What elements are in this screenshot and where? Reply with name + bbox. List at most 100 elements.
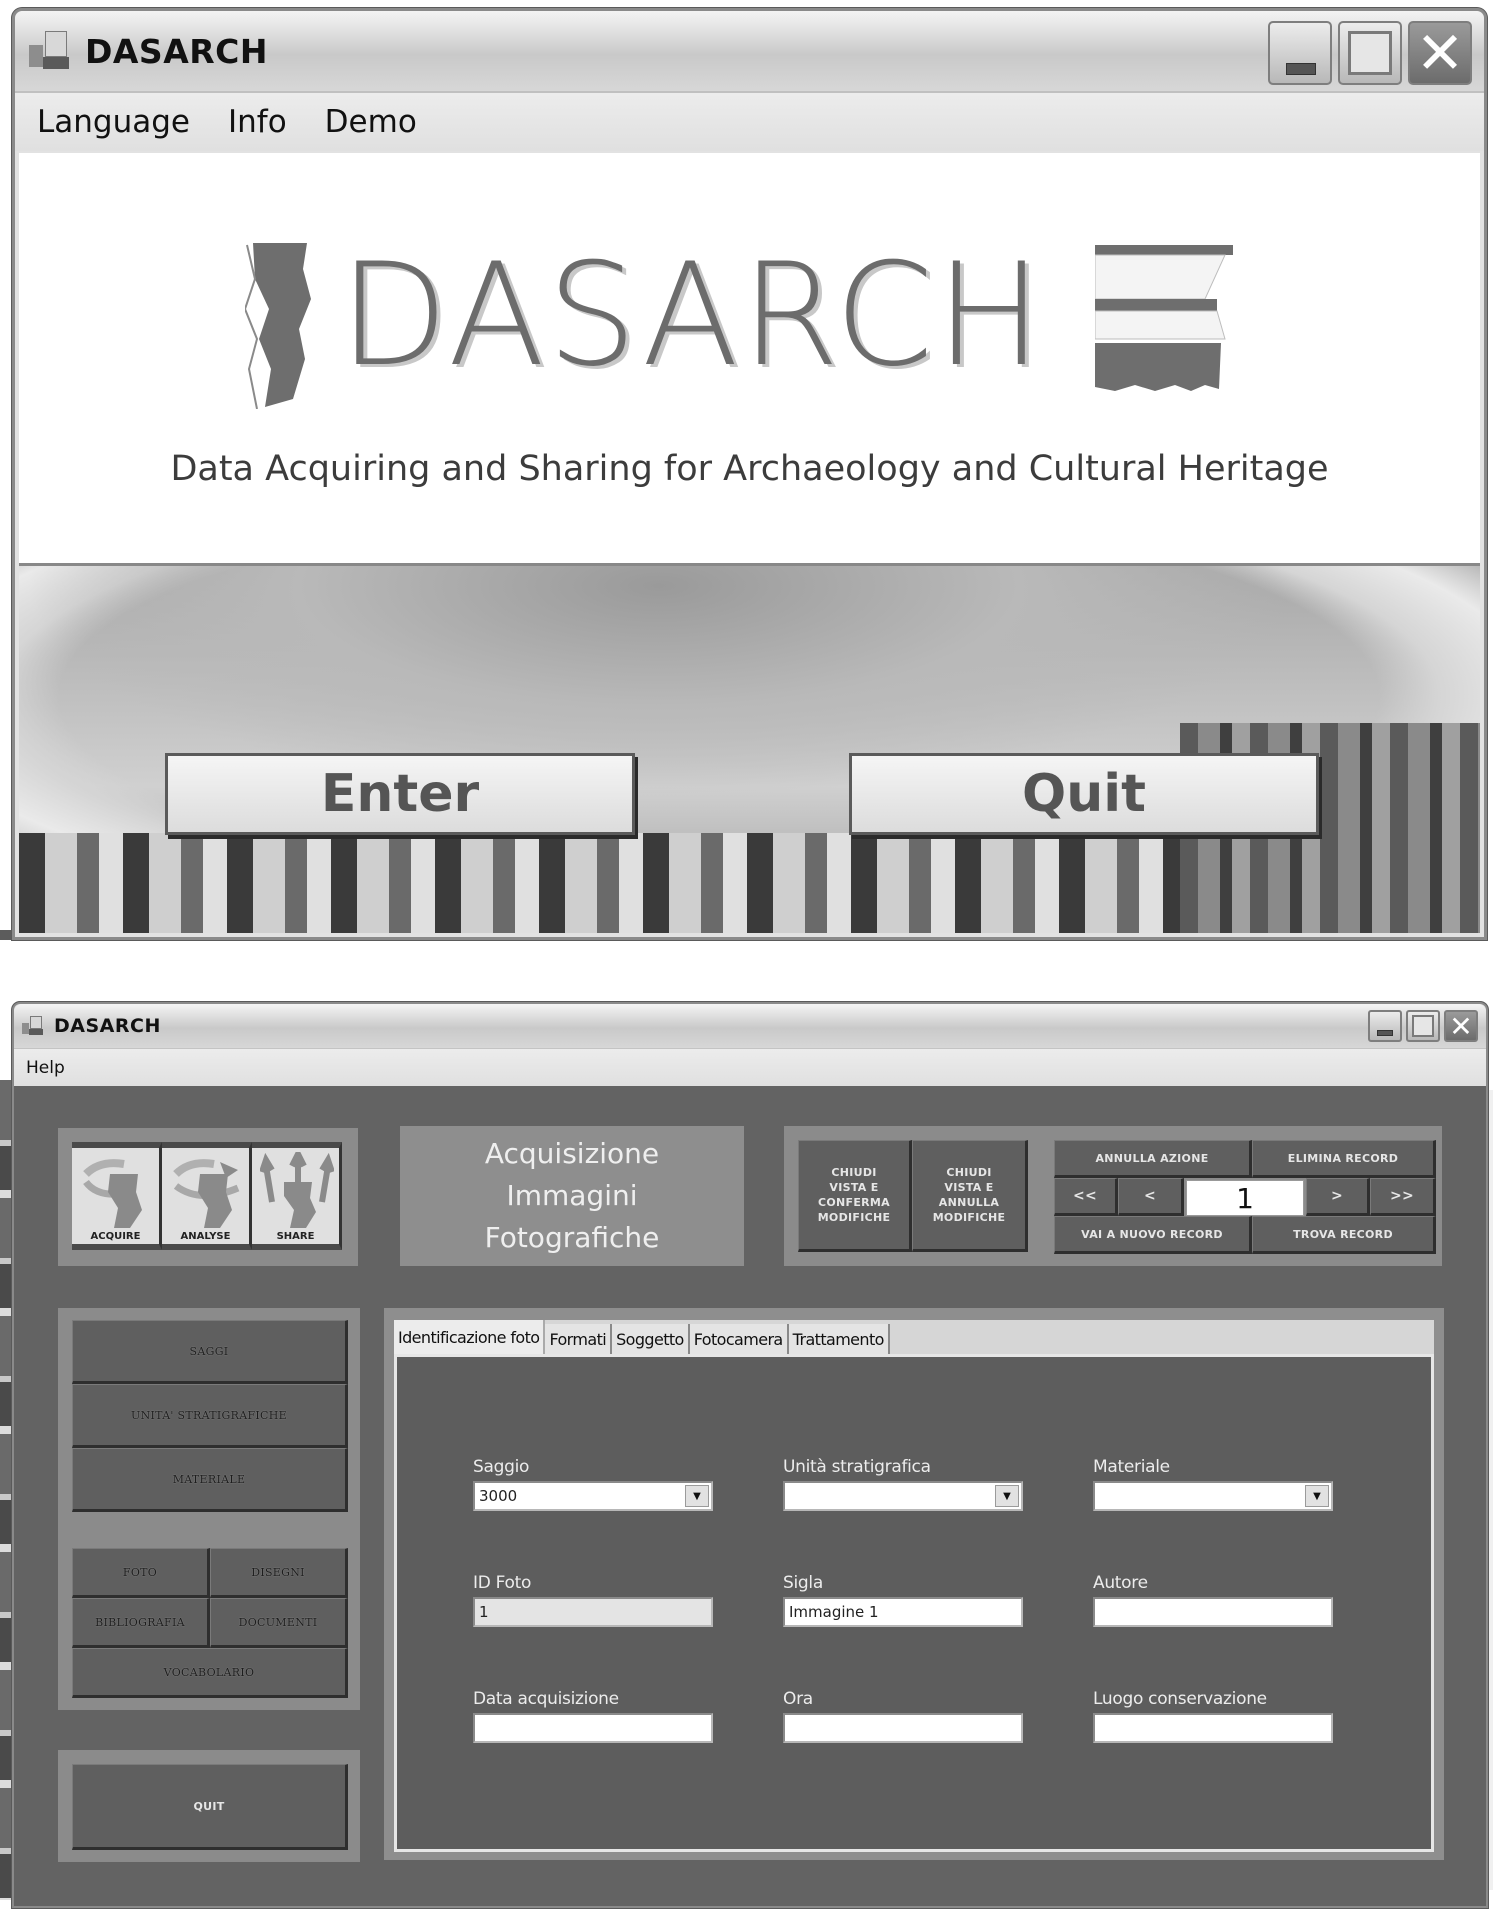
minimize-button[interactable]: [1268, 21, 1332, 85]
nav-documenti-button[interactable]: DOCUMENTI: [210, 1598, 348, 1648]
first-record-button[interactable]: <<: [1054, 1178, 1118, 1216]
menu-demo[interactable]: Demo: [325, 104, 417, 140]
analyse-button[interactable]: ANALYSE: [162, 1142, 252, 1250]
field-ora: Ora: [783, 1689, 1023, 1743]
chevron-down-icon[interactable]: ▼: [685, 1485, 709, 1507]
splash-header: DASARCH Data Acquiring and Sharing for A…: [19, 153, 1480, 563]
nav-unita-stratigrafiche-button[interactable]: UNITA' STRATIGRAFICHE: [72, 1384, 348, 1448]
quit-button[interactable]: Quit: [849, 753, 1319, 835]
field-sigla: Sigla Immagine 1: [783, 1573, 1023, 1627]
form-title-line-2: Immagini: [506, 1179, 638, 1212]
previous-record-button[interactable]: <: [1118, 1178, 1184, 1216]
unita-stratigrafica-select[interactable]: ▼: [783, 1481, 1023, 1511]
id-foto-input[interactable]: 1: [473, 1597, 713, 1627]
tab-trattamento[interactable]: Trattamento: [788, 1324, 890, 1354]
quit-panel: QUIT: [58, 1750, 360, 1862]
materiale-label: Materiale: [1093, 1457, 1170, 1477]
close-confirm-label-2: VISTA E: [829, 1181, 879, 1194]
menu-bar: Help: [14, 1048, 1486, 1086]
quit-button[interactable]: QUIT: [72, 1764, 348, 1850]
nav-bibliografia-button[interactable]: BIBLIOGRAFIA: [72, 1598, 210, 1648]
minimize-button[interactable]: [1368, 1010, 1402, 1042]
delete-record-button[interactable]: ELIMINA RECORD: [1252, 1140, 1436, 1178]
ora-input[interactable]: [783, 1713, 1023, 1743]
form-area: ACQUIRE ANALYSE SHARE Acquisizione Immag…: [14, 1086, 1486, 1906]
title-bar[interactable]: DASARCH ✕: [14, 1004, 1486, 1048]
maximize-icon: [1348, 31, 1392, 75]
dasarch-logo: DASARCH: [245, 239, 1235, 419]
last-record-button[interactable]: >>: [1370, 1178, 1436, 1216]
saggio-label: Saggio: [473, 1457, 530, 1477]
close-confirm-button[interactable]: CHIUDI VISTA E CONFERMA MODIFICHE: [798, 1140, 912, 1252]
module-switcher: ACQUIRE ANALYSE SHARE: [58, 1128, 358, 1266]
maximize-button[interactable]: [1338, 21, 1402, 85]
data-acquisizione-label: Data acquisizione: [473, 1689, 619, 1709]
record-actions-panel: CHIUDI VISTA E CONFERMA MODIFICHE CHIUDI…: [784, 1126, 1442, 1266]
menu-bar: Language Info Demo: [15, 91, 1484, 151]
form-title-line-1: Acquisizione: [484, 1137, 660, 1170]
chevron-down-icon[interactable]: ▼: [995, 1485, 1019, 1507]
nav-disegni-button[interactable]: DISEGNI: [210, 1548, 348, 1598]
close-confirm-label-3: CONFERMA: [818, 1196, 890, 1209]
maximize-button[interactable]: [1406, 1010, 1440, 1042]
nav-saggi-button[interactable]: SAGGI: [72, 1320, 348, 1384]
close-icon: ✕: [1415, 19, 1465, 87]
acquire-label: ACQUIRE: [90, 1231, 141, 1242]
record-number-input[interactable]: 1: [1186, 1180, 1304, 1216]
field-materiale: Materiale ▼: [1093, 1457, 1333, 1511]
nav-materiale-button[interactable]: MATERIALE: [72, 1448, 348, 1512]
close-button[interactable]: ✕: [1408, 19, 1472, 87]
luogo-conservazione-label: Luogo conservazione: [1093, 1689, 1267, 1709]
close-cancel-label-2: VISTA E: [944, 1181, 994, 1194]
chevron-down-icon[interactable]: ▼: [1305, 1485, 1329, 1507]
window-title: DASARCH: [54, 1015, 161, 1037]
field-autore: Autore: [1093, 1573, 1333, 1627]
main-window: DASARCH ✕ Help ACQUIRE ANALYSE SHARE Acq…: [12, 1002, 1488, 1908]
share-button[interactable]: SHARE: [252, 1142, 342, 1250]
field-id-foto: ID Foto 1: [473, 1573, 713, 1627]
close-icon: ✕: [1449, 1009, 1473, 1043]
pottery-profile-right-icon: [1095, 245, 1233, 391]
enter-button[interactable]: Enter: [165, 753, 635, 835]
acquire-button[interactable]: ACQUIRE: [72, 1142, 162, 1250]
analyse-icon: [173, 1159, 240, 1228]
find-record-button[interactable]: TROVA RECORD: [1252, 1216, 1436, 1254]
close-cancel-button[interactable]: CHIUDI VISTA E ANNULLA MODIFICHE: [912, 1140, 1028, 1252]
field-unita-stratigrafica: Unità stratigrafica ▼: [783, 1457, 1023, 1511]
autore-input[interactable]: [1093, 1597, 1333, 1627]
tab-fotocamera[interactable]: Fotocamera: [689, 1324, 789, 1354]
luogo-conservazione-input[interactable]: [1093, 1713, 1333, 1743]
tab-formati[interactable]: Formati: [545, 1324, 613, 1354]
materiale-select[interactable]: ▼: [1093, 1481, 1333, 1511]
tab-identificazione-foto[interactable]: Identificazione foto: [394, 1320, 546, 1354]
share-label: SHARE: [276, 1231, 315, 1242]
tab-content: Saggio 3000 ▼ Unità stratigrafica ▼ Mate…: [394, 1354, 1434, 1852]
field-saggio: Saggio 3000 ▼: [473, 1457, 713, 1511]
menu-help[interactable]: Help: [26, 1058, 65, 1078]
menu-language[interactable]: Language: [37, 104, 190, 140]
close-cancel-label-1: CHIUDI: [946, 1166, 992, 1179]
new-record-button[interactable]: VAI A NUOVO RECORD: [1054, 1216, 1252, 1254]
undo-action-button[interactable]: ANNULLA AZIONE: [1054, 1140, 1252, 1178]
menu-info[interactable]: Info: [228, 104, 287, 140]
field-luogo-conservazione: Luogo conservazione: [1093, 1689, 1333, 1743]
tab-soggetto[interactable]: Soggetto: [612, 1324, 690, 1354]
data-acquisizione-input[interactable]: [473, 1713, 713, 1743]
share-icon: [260, 1152, 334, 1228]
analyse-label: ANALYSE: [180, 1231, 231, 1242]
close-confirm-label-4: MODIFICHE: [817, 1211, 891, 1224]
nav-foto-button[interactable]: FOTO: [72, 1548, 210, 1598]
form-title-line-3: Fotografiche: [484, 1221, 660, 1254]
next-record-button[interactable]: >: [1306, 1178, 1370, 1216]
saggio-select[interactable]: 3000 ▼: [473, 1481, 713, 1511]
close-cancel-label-3: ANNULLA: [938, 1196, 1000, 1209]
title-bar[interactable]: DASARCH ✕: [15, 11, 1484, 91]
sigla-input[interactable]: Immagine 1: [783, 1597, 1023, 1627]
nav-vocabolario-button[interactable]: VOCABOLARIO: [72, 1648, 348, 1698]
minimize-icon: [1286, 63, 1316, 75]
close-cancel-label-4: MODIFICHE: [932, 1211, 1006, 1224]
background-window-edge: [0, 1080, 12, 1900]
close-button[interactable]: ✕: [1444, 1009, 1478, 1043]
background-photo: Enter Quit: [19, 563, 1480, 933]
unita-stratigrafica-label: Unità stratigrafica: [783, 1457, 931, 1477]
